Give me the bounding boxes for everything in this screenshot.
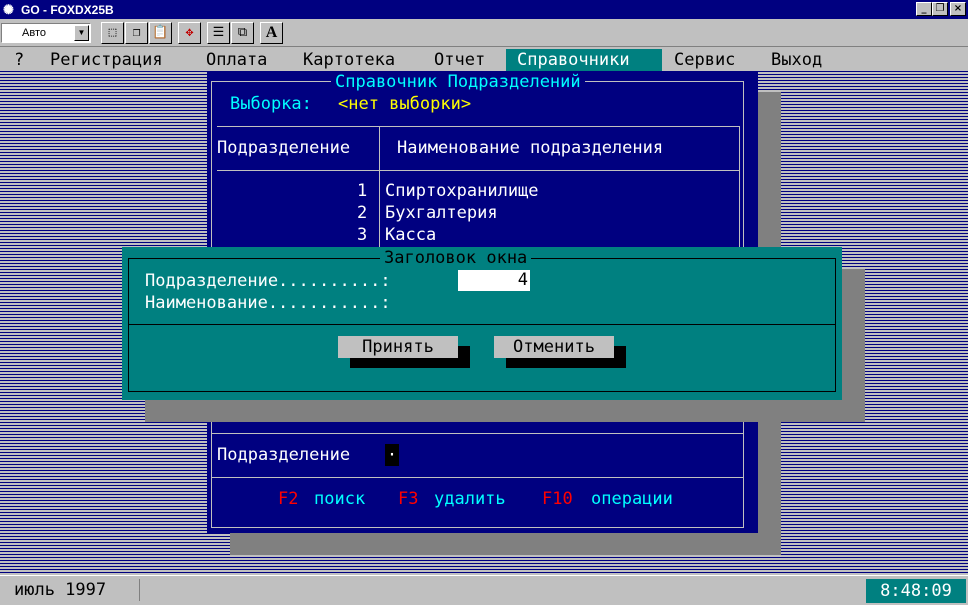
minimize-button[interactable]: _ <box>916 2 932 16</box>
chevron-down-icon[interactable]: ▼ <box>74 24 89 41</box>
department-id-input[interactable]: 4 <box>458 270 530 291</box>
menu-directories[interactable]: Справочники <box>506 49 662 71</box>
close-button[interactable]: × <box>950 2 966 16</box>
status-clock: 8:48:09 <box>866 579 966 603</box>
table-cell-id[interactable]: 3 <box>357 224 367 246</box>
menu-card-index[interactable]: Картотека <box>303 49 395 71</box>
menu-registration[interactable]: Регистрация <box>50 49 163 71</box>
footer-divider <box>211 433 744 434</box>
menu-payment[interactable]: Оплата <box>206 49 267 71</box>
dialog-title: Заголовок окна <box>380 247 532 269</box>
table-cell-name[interactable]: Спиртохранилище <box>385 180 539 202</box>
cancel-button[interactable]: Отменить <box>494 336 614 358</box>
table-top-border <box>217 126 740 127</box>
hotkey-f10-key[interactable]: F10 <box>542 488 573 510</box>
font-button[interactable]: A <box>260 21 283 44</box>
maximize-button[interactable]: ❐ <box>932 2 948 16</box>
hotkey-f10-label[interactable]: операции <box>591 488 673 510</box>
column-header-id: Подразделение <box>217 138 351 158</box>
menu-bar: ? Регистрация Оплата Картотека Отчет Спр… <box>0 49 968 71</box>
paste-icon[interactable]: 📋 <box>149 21 172 44</box>
fullscreen-icon[interactable]: ✥ <box>178 21 201 44</box>
hotkey-f2-label[interactable]: поиск <box>314 488 365 510</box>
field-label-id: Подразделение..........: <box>145 271 391 291</box>
field-label-name: Наименование...........: <box>145 293 391 313</box>
status-bar: июль 1997 8:48:09 <box>0 575 968 605</box>
accept-button[interactable]: Принять <box>338 336 458 358</box>
hotkey-f3-key[interactable]: F3 <box>398 488 418 510</box>
table-cell-name[interactable]: Бухгалтерия <box>385 202 498 224</box>
font-size-select[interactable]: Авто ▼ <box>1 22 91 43</box>
column-header-name: Наименование подразделения <box>397 138 664 158</box>
toolbar: Авто ▼ ⬚ ❐ 📋 ✥ ☰ ⧉ A <box>0 19 968 47</box>
window-shadow <box>230 533 781 555</box>
selection-label: Выборка: <box>230 94 312 114</box>
dialog-divider <box>128 324 836 325</box>
directory-title: Справочник Подразделений <box>331 71 585 93</box>
font-size-value: Авто <box>22 26 46 39</box>
menu-report[interactable]: Отчет <box>434 49 485 71</box>
select-icon[interactable]: ⬚ <box>101 21 124 44</box>
selection-value[interactable]: <нет выборки> <box>338 93 471 115</box>
app-icon[interactable] <box>3 3 17 17</box>
department-name-input[interactable] <box>458 292 758 314</box>
table-cell-id[interactable]: 2 <box>357 202 367 224</box>
window-title: GO - FOXDX25B <box>21 2 114 17</box>
properties-icon[interactable]: ☰ <box>207 21 230 44</box>
hotkey-f3-label[interactable]: удалить <box>434 488 506 510</box>
window-title-bar: GO - FOXDX25B _ ❐ × <box>0 0 968 19</box>
menu-service[interactable]: Сервис <box>674 49 735 71</box>
table-cell-name[interactable]: Касса <box>385 224 436 246</box>
hotkey-divider <box>211 477 744 478</box>
menu-exit[interactable]: Выход <box>771 49 822 71</box>
copy-icon[interactable]: ❐ <box>125 21 148 44</box>
menu-help[interactable]: ? <box>14 49 24 71</box>
footer-label: Подразделение <box>217 445 351 465</box>
background-icon[interactable]: ⧉ <box>231 21 254 44</box>
hotkey-f2-key[interactable]: F2 <box>278 488 298 510</box>
table-header-divider <box>217 170 740 171</box>
table-cell-id[interactable]: 1 <box>357 180 367 202</box>
dialog-shadow <box>145 400 865 422</box>
dialog-shadow <box>842 269 865 400</box>
footer-input[interactable]: · <box>385 444 399 466</box>
status-date: июль 1997 <box>2 579 140 601</box>
